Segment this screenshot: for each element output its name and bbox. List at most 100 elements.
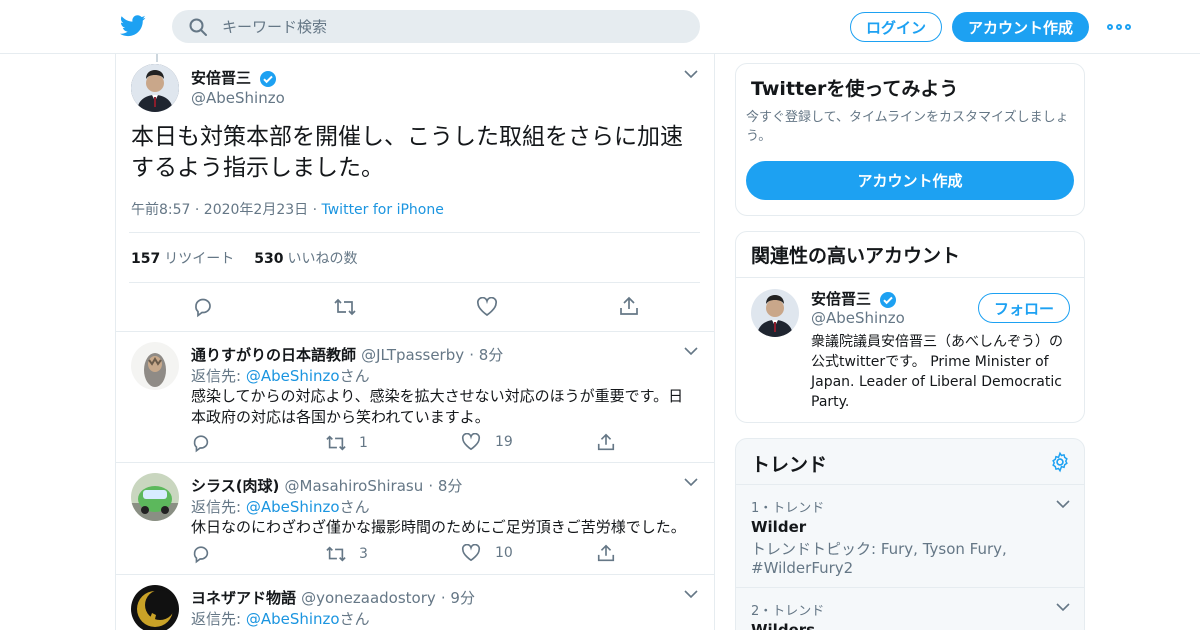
related-account-handle[interactable]: @AbeShinzo bbox=[811, 309, 905, 327]
reply-avatar[interactable] bbox=[131, 585, 179, 630]
chevron-down-icon[interactable] bbox=[684, 346, 698, 356]
reply-time[interactable]: · 9分 bbox=[441, 589, 475, 607]
like-count: 19 bbox=[495, 434, 513, 450]
reply-icon[interactable] bbox=[192, 296, 214, 318]
reply-suffix: さん bbox=[339, 498, 370, 516]
reply-tweet[interactable]: 通りすがりの日本語教師 @JLTpasserby · 8分 返信先: @AbeS… bbox=[116, 331, 714, 462]
reply-text: 感染してからの対応より、感染を拡大させない対応のほうが重要です。日本政府の対応は… bbox=[191, 387, 684, 426]
top-bar: ログイン アカウント作成 bbox=[0, 0, 1200, 54]
like-count: 530 bbox=[254, 250, 284, 267]
signup-button[interactable]: アカウント作成 bbox=[952, 12, 1089, 42]
reply-author-handle[interactable]: @JLTpasserby bbox=[361, 346, 464, 364]
reply-tweet[interactable]: ヨネザアド物語 @yonezaadostory · 9分 返信先: @AbeSh… bbox=[116, 574, 714, 630]
retweet-count: 3 bbox=[359, 546, 368, 562]
search-input[interactable] bbox=[222, 10, 682, 43]
like-icon[interactable] bbox=[476, 297, 498, 317]
share-icon[interactable] bbox=[596, 432, 616, 452]
trend-item[interactable]: 2・トレンド Wilders bbox=[736, 587, 1084, 630]
reply-time[interactable]: · 8分 bbox=[428, 477, 462, 495]
chevron-down-icon[interactable] bbox=[684, 477, 698, 487]
reply-prefix: 返信先: bbox=[191, 610, 242, 628]
like-count-stat[interactable]: 530 いいねの数 bbox=[254, 248, 357, 268]
tweet-timestamp[interactable]: 午前8:57 · 2020年2月23日 bbox=[131, 202, 308, 218]
share-icon[interactable] bbox=[596, 543, 616, 563]
like-count-label: いいねの数 bbox=[287, 250, 358, 267]
retweet-icon[interactable] bbox=[333, 296, 357, 318]
reply-mention-link[interactable]: @AbeShinzo bbox=[246, 367, 340, 385]
chevron-down-icon[interactable] bbox=[684, 589, 698, 599]
author-handle[interactable]: @AbeShinzo bbox=[191, 89, 285, 107]
tweet-text: 本日も対策本部を開催し、こうした取組をさらに加速するよう指示しました。 bbox=[131, 124, 683, 181]
related-account-name[interactable]: 安倍晋三 bbox=[811, 290, 871, 308]
reply-author-name[interactable]: シラス(肉球) bbox=[191, 477, 279, 495]
tweet-stats: 157 リツイート 530 いいねの数 bbox=[129, 232, 700, 283]
author-avatar[interactable] bbox=[131, 64, 179, 112]
thread-connector bbox=[156, 54, 158, 62]
author-name[interactable]: 安倍晋三 bbox=[191, 69, 251, 87]
like-action[interactable]: 10 bbox=[461, 544, 513, 562]
related-account-avatar[interactable] bbox=[751, 289, 799, 337]
verified-badge-icon bbox=[260, 70, 277, 87]
retweet-count-label: リツイート bbox=[164, 250, 235, 267]
related-account-name-row: 安倍晋三 bbox=[811, 288, 897, 309]
reply-suffix: さん bbox=[339, 610, 370, 628]
reply-icon[interactable] bbox=[191, 433, 211, 453]
meta-separator: · bbox=[312, 202, 318, 218]
tweet-column: 安倍晋三 @AbeShinzo 本日も対策本部を開催し、こうした取組をさらに加速… bbox=[115, 54, 715, 630]
more-options-icon[interactable] bbox=[1107, 22, 1131, 32]
signup-card: Twitterを使ってみよう 今すぐ登録して、タイムラインをカスタマイズしましょ… bbox=[735, 63, 1085, 216]
signup-card-description: 今すぐ登録して、タイムラインをカスタマイズしましょう。 bbox=[746, 110, 1069, 144]
signup-card-title: Twitterを使ってみよう bbox=[751, 78, 959, 100]
divider bbox=[736, 277, 1084, 278]
follow-button[interactable]: フォロー bbox=[978, 293, 1070, 323]
settings-gear-icon[interactable] bbox=[1049, 451, 1071, 473]
retweet-icon bbox=[326, 435, 346, 451]
like-action[interactable]: 19 bbox=[461, 433, 513, 451]
trend-item[interactable]: 1・トレンド Wilder トレンドトピック: Fury, Tyson Fury… bbox=[736, 484, 1084, 587]
verified-badge-icon bbox=[880, 291, 897, 308]
trend-description: トレンドトピック: Fury, Tyson Fury, #WilderFury2 bbox=[751, 540, 1007, 577]
tweet-source-link[interactable]: Twitter for iPhone bbox=[322, 202, 444, 218]
related-account-bio: 衆議院議員安倍晋三（あべしんぞう）の公式twitterです。 Prime Min… bbox=[811, 334, 1063, 410]
trend-name: Wilder bbox=[751, 518, 807, 536]
reply-author-handle[interactable]: @MasahiroShirasu bbox=[285, 477, 424, 495]
chevron-down-icon[interactable] bbox=[1056, 602, 1070, 612]
reply-header: 通りすがりの日本語教師 @JLTpasserby · 8分 bbox=[191, 344, 503, 365]
retweet-action[interactable]: 3 bbox=[325, 544, 368, 564]
reply-mention-link[interactable]: @AbeShinzo bbox=[246, 498, 340, 516]
trend-category: 2・トレンド bbox=[751, 604, 825, 619]
signup-card-button[interactable]: アカウント作成 bbox=[746, 161, 1074, 200]
retweet-count: 1 bbox=[359, 435, 368, 451]
reply-author-name[interactable]: 通りすがりの日本語教師 bbox=[191, 346, 356, 364]
login-button[interactable]: ログイン bbox=[850, 12, 942, 42]
like-count: 10 bbox=[495, 545, 513, 561]
chevron-down-icon[interactable] bbox=[684, 69, 698, 79]
reply-tweet[interactable]: シラス(肉球) @MasahiroShirasu · 8分 返信先: @AbeS… bbox=[116, 462, 714, 574]
reply-avatar[interactable] bbox=[131, 342, 179, 390]
search-box[interactable] bbox=[172, 10, 700, 43]
reply-avatar[interactable] bbox=[131, 473, 179, 521]
replying-to: 返信先: @AbeShinzoさん bbox=[191, 608, 370, 629]
search-icon bbox=[189, 18, 207, 36]
share-icon[interactable] bbox=[618, 295, 640, 317]
reply-mention-link[interactable]: @AbeShinzo bbox=[246, 610, 340, 628]
trend-category: 1・トレンド bbox=[751, 501, 825, 516]
reply-prefix: 返信先: bbox=[191, 367, 242, 385]
related-accounts-title: 関連性の高いアカウント bbox=[751, 245, 961, 267]
retweet-count-stat[interactable]: 157 リツイート bbox=[131, 248, 234, 268]
reply-time[interactable]: · 8分 bbox=[469, 346, 503, 364]
reply-author-handle[interactable]: @yonezaadostory bbox=[301, 589, 436, 607]
tweet-meta: 午前8:57 · 2020年2月23日 · Twitter for iPhone bbox=[131, 199, 444, 219]
retweet-count: 157 bbox=[131, 250, 161, 267]
twitter-bird-icon[interactable] bbox=[120, 14, 146, 38]
reply-icon[interactable] bbox=[191, 544, 211, 564]
trends-card: トレンド 1・トレンド Wilder トレンドトピック: Fury, Tyson… bbox=[735, 438, 1085, 630]
reply-prefix: 返信先: bbox=[191, 498, 242, 516]
like-icon bbox=[461, 544, 481, 562]
author-name-row: 安倍晋三 bbox=[191, 67, 277, 88]
reply-suffix: さん bbox=[339, 367, 370, 385]
retweet-action[interactable]: 1 bbox=[325, 433, 368, 453]
replying-to: 返信先: @AbeShinzoさん bbox=[191, 365, 370, 386]
reply-author-name[interactable]: ヨネザアド物語 bbox=[191, 589, 296, 607]
chevron-down-icon[interactable] bbox=[1056, 499, 1070, 509]
